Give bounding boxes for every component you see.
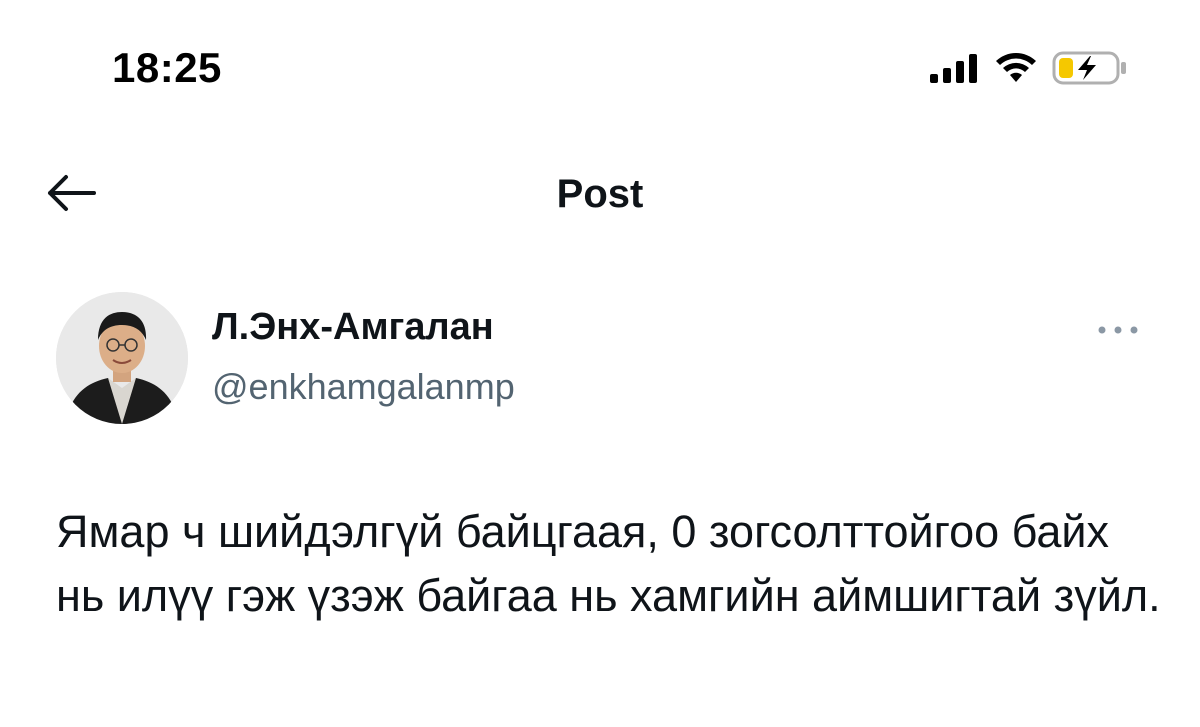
post-screen: 18:25 Post Л.Энх-Амгалан @enkhamgalanmp … xyxy=(0,0,1200,727)
status-icons xyxy=(928,50,1128,86)
cellular-signal-icon xyxy=(930,54,977,83)
more-dots-icon xyxy=(1098,326,1138,334)
post-text: Ямар ч шийдэлгүй байцгаая, 0 зогсолттойг… xyxy=(56,506,1161,621)
more-button[interactable] xyxy=(1092,318,1144,342)
battery-charging-icon xyxy=(1052,51,1126,85)
author-name[interactable]: Л.Энх-Амгалан xyxy=(212,306,494,349)
author-handle[interactable]: @enkhamgalanmp xyxy=(212,366,515,408)
avatar[interactable] xyxy=(56,292,188,424)
page-title: Post xyxy=(556,172,644,216)
status-time: 18:25 xyxy=(112,44,222,91)
wifi-icon xyxy=(996,53,1036,82)
profile-photo xyxy=(56,292,188,424)
